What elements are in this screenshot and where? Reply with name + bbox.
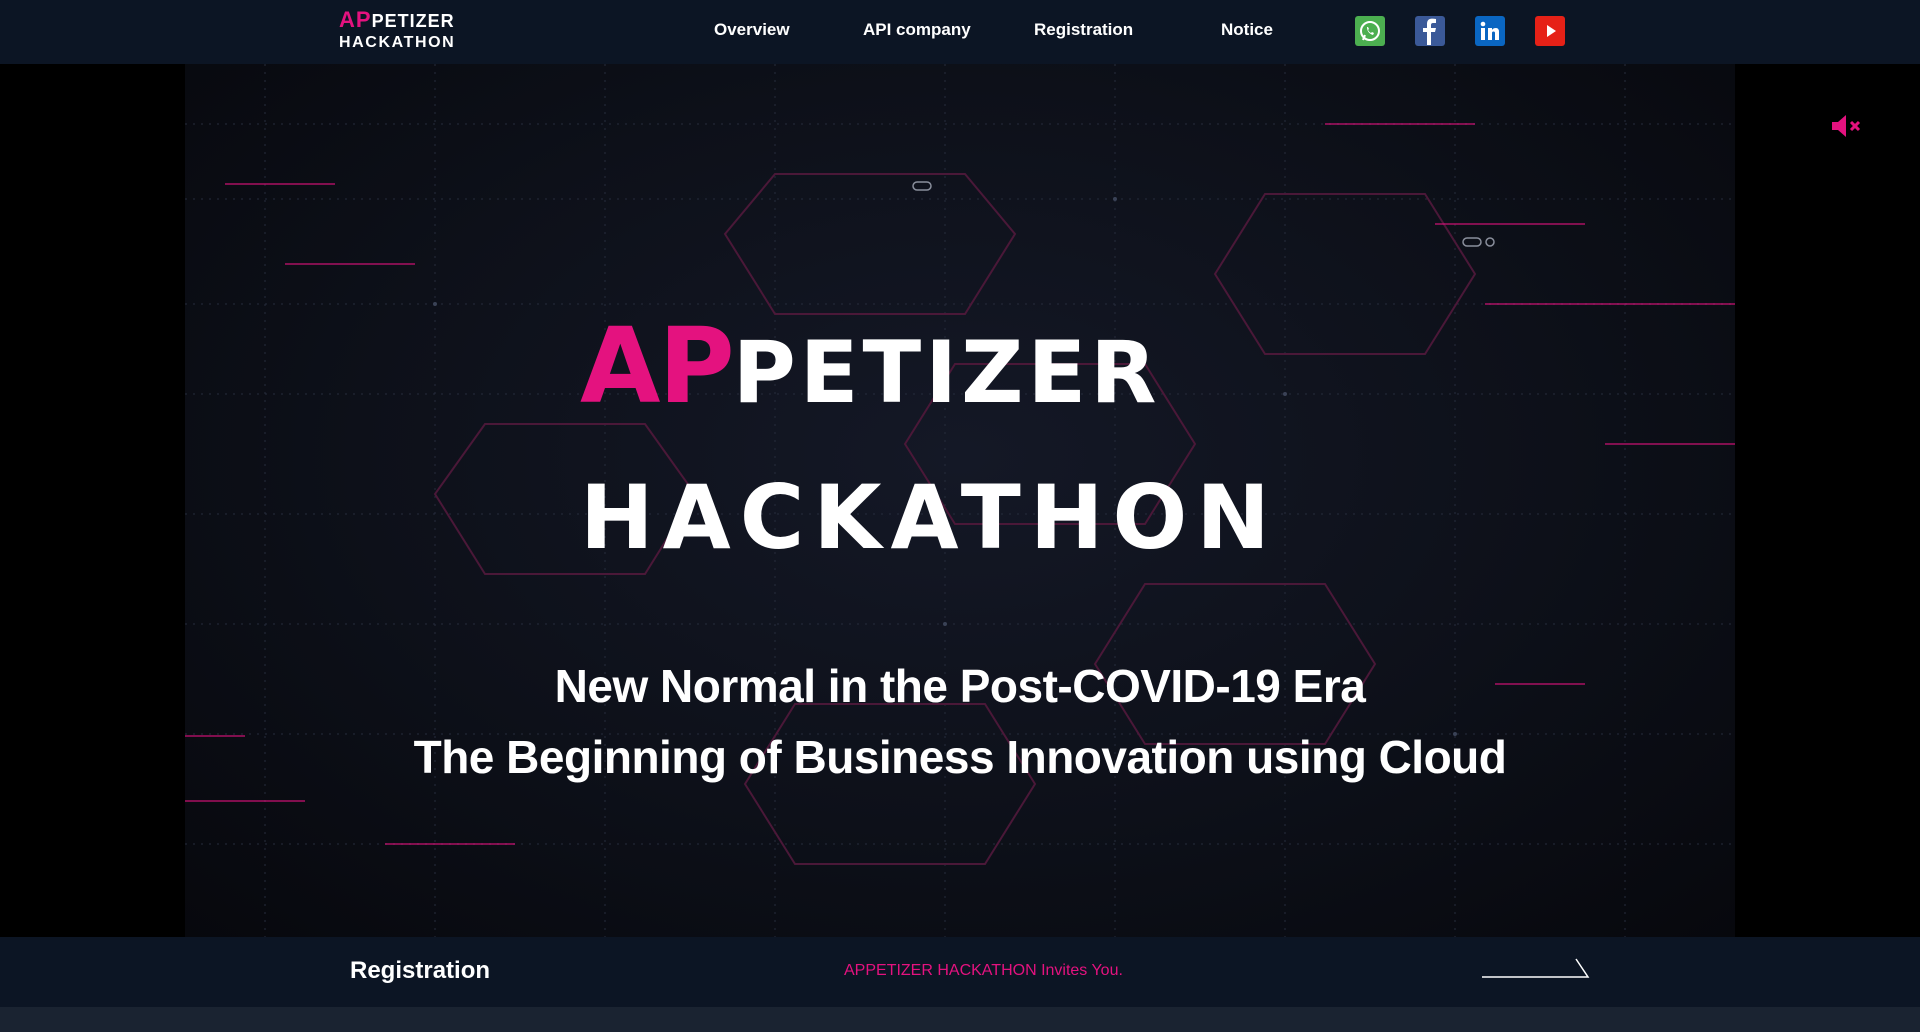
nav-registration[interactable]: Registration (1034, 20, 1133, 40)
appetizer-hackathon-logo[interactable]: APPETIZER HACKATHON (336, 7, 486, 55)
whatsapp-icon[interactable] (1355, 16, 1385, 46)
logo-line1: APPETIZER (339, 9, 455, 32)
hero-subtitle-1: New Normal in the Post-COVID-19 Era (554, 660, 1366, 712)
registration-title[interactable]: Registration (350, 957, 490, 985)
hero-title-appetizer: APPETIZER (580, 314, 1160, 418)
hero-video[interactable]: APPETIZER HACKATHON New Normal in the Po… (185, 64, 1735, 937)
top-navigation-bar: APPETIZER HACKATHON Overview API company… (0, 0, 1920, 64)
invite-text: APPETIZER HACKATHON Invites You. (844, 962, 1123, 979)
hero-title-pink: AP (580, 305, 735, 427)
logo-pink-text: AP (339, 7, 372, 32)
facebook-icon[interactable] (1415, 16, 1445, 46)
hero-title-hackathon: HACKATHON (580, 466, 1279, 569)
logo-white-text: PETIZER (371, 11, 455, 31)
footer-strip (0, 1007, 1920, 1032)
youtube-icon[interactable] (1535, 16, 1565, 46)
linkedin-icon[interactable] (1475, 16, 1505, 46)
nav-overview[interactable]: Overview (714, 20, 790, 40)
nav-api-company[interactable]: API company (863, 20, 971, 40)
hero-subtitle-2: The Beginning of Business Innovation usi… (413, 731, 1507, 783)
hero-logo-title: APPETIZER HACKATHON (580, 314, 1340, 574)
hero-title-white: PETIZER (732, 323, 1161, 423)
hero-section: APPETIZER HACKATHON New Normal in the Po… (0, 64, 1920, 937)
nav-notice[interactable]: Notice (1221, 20, 1273, 40)
logo-line2: HACKATHON (339, 34, 456, 51)
long-arrow-right-icon[interactable] (1480, 955, 1592, 979)
speaker-muted-icon[interactable] (1830, 112, 1864, 140)
registration-bar: Registration APPETIZER HACKATHON Invites… (0, 937, 1920, 1007)
